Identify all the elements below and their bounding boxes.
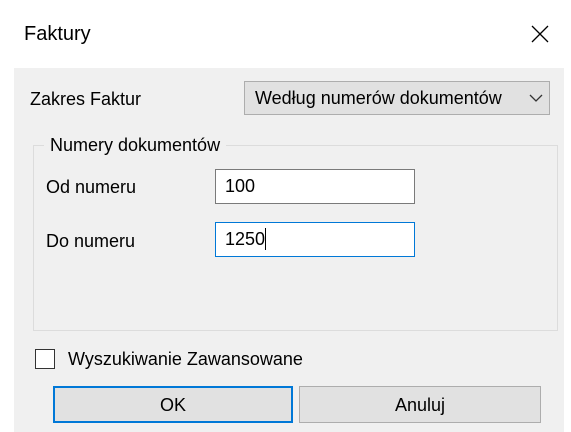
cancel-button[interactable]: Anuluj <box>299 386 541 423</box>
range-label: Zakres Faktur <box>30 89 142 109</box>
chevron-down-icon <box>529 94 543 102</box>
title-bar: Faktury <box>0 0 571 68</box>
from-number-value: 100 <box>225 176 256 196</box>
close-icon <box>531 25 549 43</box>
window-title: Faktury <box>24 23 91 45</box>
advanced-search-checkbox[interactable] <box>35 349 55 369</box>
to-number-label: Do numeru <box>46 231 136 251</box>
text-caret <box>265 228 267 250</box>
to-number-value: 1250 <box>225 229 266 249</box>
range-select-value: Według numerów dokumentów <box>255 88 502 108</box>
from-number-input[interactable]: 100 <box>215 169 415 204</box>
ok-button[interactable]: OK <box>53 386 293 423</box>
to-number-input[interactable]: 1250 <box>215 222 415 257</box>
advanced-search-label[interactable]: Wyszukiwanie Zawansowane <box>68 348 303 370</box>
dialog-body: Zakres Faktur Według numerów dokumentów … <box>14 68 564 432</box>
range-select[interactable]: Według numerów dokumentów <box>244 81 550 115</box>
close-button[interactable] <box>509 0 571 68</box>
from-number-label: Od numeru <box>46 177 137 197</box>
group-title: Numery dokumentów <box>44 134 227 156</box>
